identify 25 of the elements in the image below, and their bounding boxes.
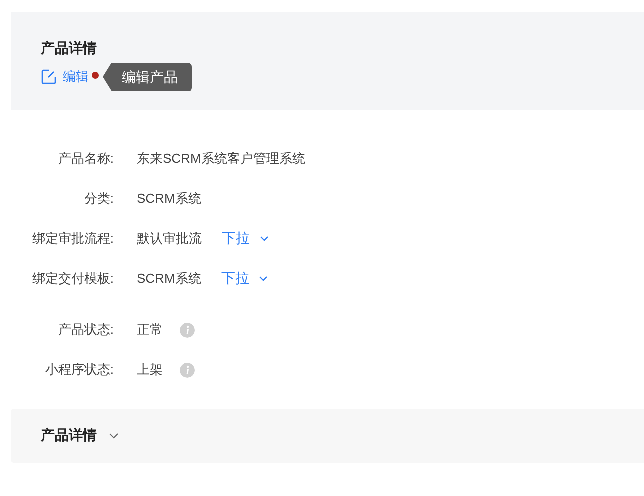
section-title[interactable]: 产品详情: [41, 427, 97, 445]
section-title: 产品详情: [41, 39, 97, 58]
field-label: 分类:: [83, 190, 115, 208]
field-value: 上架: [137, 361, 163, 379]
field-value: SCRM系统: [137, 270, 202, 288]
field-value: SCRM系统: [137, 190, 202, 208]
field-label: 绑定交付模板:: [31, 270, 115, 288]
edit-icon: [41, 69, 57, 85]
tooltip: 编辑产品: [103, 62, 192, 92]
field-label: 小程序状态:: [44, 361, 115, 379]
chevron-down-icon: [259, 276, 268, 282]
notification-dot: [92, 72, 99, 79]
dropdown-link[interactable]: 下拉: [221, 270, 268, 288]
chevron-down-icon[interactable]: [109, 433, 119, 439]
edit-link[interactable]: 编辑: [41, 68, 89, 86]
field-label: 绑定审批流程:: [31, 230, 115, 248]
field-value: 东来SCRM系统客户管理系统: [137, 150, 306, 168]
field-label: 产品状态:: [57, 321, 115, 339]
field-value: 正常: [137, 321, 163, 339]
field-value: 默认审批流: [137, 230, 202, 248]
info-icon[interactable]: [180, 322, 195, 338]
chevron-down-icon: [260, 236, 269, 242]
dropdown-link[interactable]: 下拉: [222, 230, 269, 248]
field-label: 产品名称:: [57, 150, 115, 168]
info-icon[interactable]: [180, 362, 195, 378]
